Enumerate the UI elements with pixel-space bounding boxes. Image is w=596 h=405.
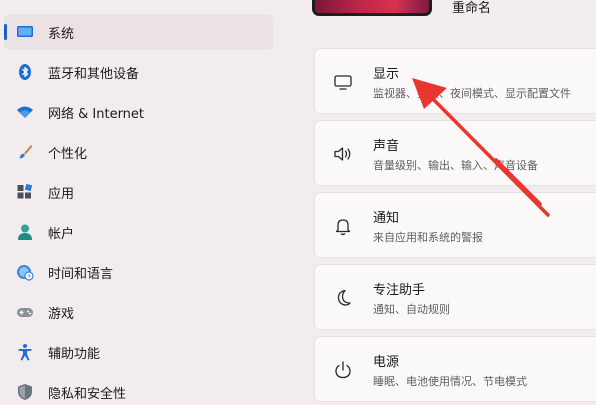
sidebar-item-label: 网络 & Internet [48,107,145,122]
moon-icon [332,287,354,309]
sidebar-item-label: 隐私和安全性 [48,387,127,402]
card-subtitle: 通知、自动规则 [373,303,450,316]
sidebar-item-label: 辅助功能 [48,347,101,362]
wifi-icon [16,103,34,121]
shield-icon [16,383,34,401]
bell-icon [332,215,354,237]
card-subtitle: 音量级别、输出、输入、声音设备 [373,159,538,172]
power-icon [332,359,354,381]
sidebar-item-label: 帐户 [48,227,75,242]
sidebar-item-label: 蓝牙和其他设备 [48,67,140,82]
sidebar-item-system[interactable]: 系统 [4,14,273,50]
globe-clock-icon [16,263,34,281]
person-icon [16,223,34,241]
card-subtitle: 监视器、亮度、夜间模式、显示配置文件 [373,87,571,100]
sidebar-item-label: 个性化 [48,147,88,162]
accessibility-icon [16,343,34,361]
settings-card-sound[interactable]: 声音 音量级别、输出、输入、声音设备 [314,120,596,186]
sidebar-item-accessibility[interactable]: 辅助功能 [4,334,273,370]
sidebar-item-label: 应用 [48,187,75,202]
sidebar-item-label: 时间和语言 [48,267,114,282]
settings-window: 系统 蓝牙和其他设备 网络 & Internet 个性化 应用 帐户 时间和语言… [0,0,596,405]
selection-indicator [4,24,7,40]
settings-card-notifications[interactable]: 通知 来自应用和系统的警报 [314,192,596,258]
sidebar-item-label: 游戏 [48,307,75,322]
monitor-icon [16,23,34,41]
bluetooth-icon [16,63,34,81]
card-title: 显示 [373,67,400,82]
sidebar-item-time-language[interactable]: 时间和语言 [4,254,273,290]
apps-icon [16,183,34,201]
speaker-icon [332,143,354,165]
device-wallpaper-preview [312,0,432,16]
card-subtitle: 睡眠、电池使用情况、节电模式 [373,375,527,388]
card-title: 专注助手 [373,283,426,298]
sidebar-nav: 系统 蓝牙和其他设备 网络 & Internet 个性化 应用 帐户 时间和语言… [0,0,290,405]
sidebar-item-gaming[interactable]: 游戏 [4,294,273,330]
settings-card-power[interactable]: 电源 睡眠、电池使用情况、节电模式 [314,336,596,402]
card-title: 通知 [373,211,400,226]
sidebar-item-privacy[interactable]: 隐私和安全性 [4,374,273,405]
sidebar-item-label: 系统 [48,27,75,42]
sidebar-item-personalization[interactable]: 个性化 [4,134,273,170]
card-title: 电源 [373,355,400,370]
brush-icon [16,143,34,161]
card-subtitle: 来自应用和系统的警报 [373,231,483,244]
rename-link[interactable]: 重命名 [452,0,491,16]
settings-card-focus-assist[interactable]: 专注助手 通知、自动规则 [314,264,596,330]
card-title: 声音 [373,139,400,154]
sidebar-item-apps[interactable]: 应用 [4,174,273,210]
sidebar-item-network[interactable]: 网络 & Internet [4,94,273,130]
gamepad-icon [16,303,34,321]
sidebar-item-accounts[interactable]: 帐户 [4,214,273,250]
settings-card-display[interactable]: 显示 监视器、亮度、夜间模式、显示配置文件 [314,48,596,114]
display-icon [332,71,354,93]
sidebar-item-bluetooth[interactable]: 蓝牙和其他设备 [4,54,273,90]
